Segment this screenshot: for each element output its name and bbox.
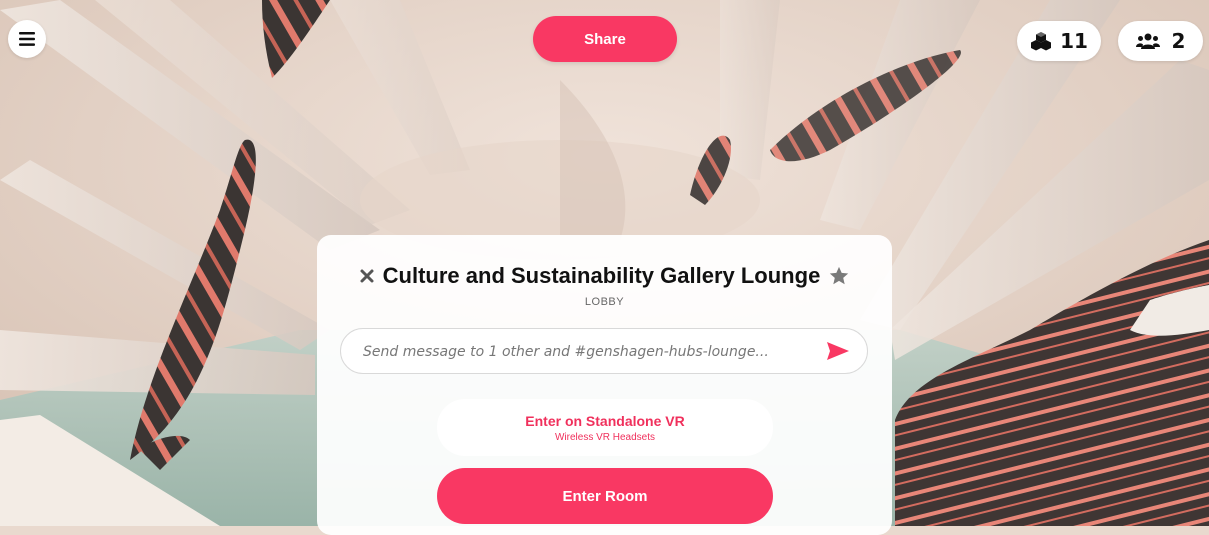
room-title: Culture and Sustainability Gallery Loung… [382, 263, 821, 288]
people-count-button[interactable]: 2 [1118, 21, 1203, 61]
hamburger-menu-icon [19, 32, 35, 46]
objects-count-button[interactable]: 11 [1017, 21, 1101, 61]
close-icon[interactable] [359, 268, 375, 284]
send-arrow-icon[interactable] [827, 342, 849, 364]
people-group-icon [1135, 33, 1160, 49]
objects-cubes-icon [1031, 32, 1052, 51]
chat-message-box [340, 328, 868, 375]
standalone-vr-sublabel: Wireless VR Headsets [554, 431, 656, 443]
room-entry-panel: Culture and Sustainability Gallery Loung… [317, 235, 892, 535]
enter-room-button[interactable]: Enter Room [437, 468, 773, 524]
chat-message-input[interactable] [361, 329, 815, 375]
enter-standalone-vr-button[interactable]: Enter on Standalone VR Wireless VR Heads… [437, 399, 773, 456]
objects-count: 11 [1060, 29, 1088, 53]
room-title-row: Culture and Sustainability Gallery Loung… [317, 261, 892, 291]
people-count: 2 [1171, 29, 1186, 53]
standalone-vr-label: Enter on Standalone VR [525, 412, 685, 429]
main-menu-button[interactable] [8, 20, 46, 58]
room-subtitle: LOBBY [584, 296, 625, 308]
star-icon[interactable] [828, 265, 850, 287]
share-button[interactable]: Share [533, 16, 677, 62]
